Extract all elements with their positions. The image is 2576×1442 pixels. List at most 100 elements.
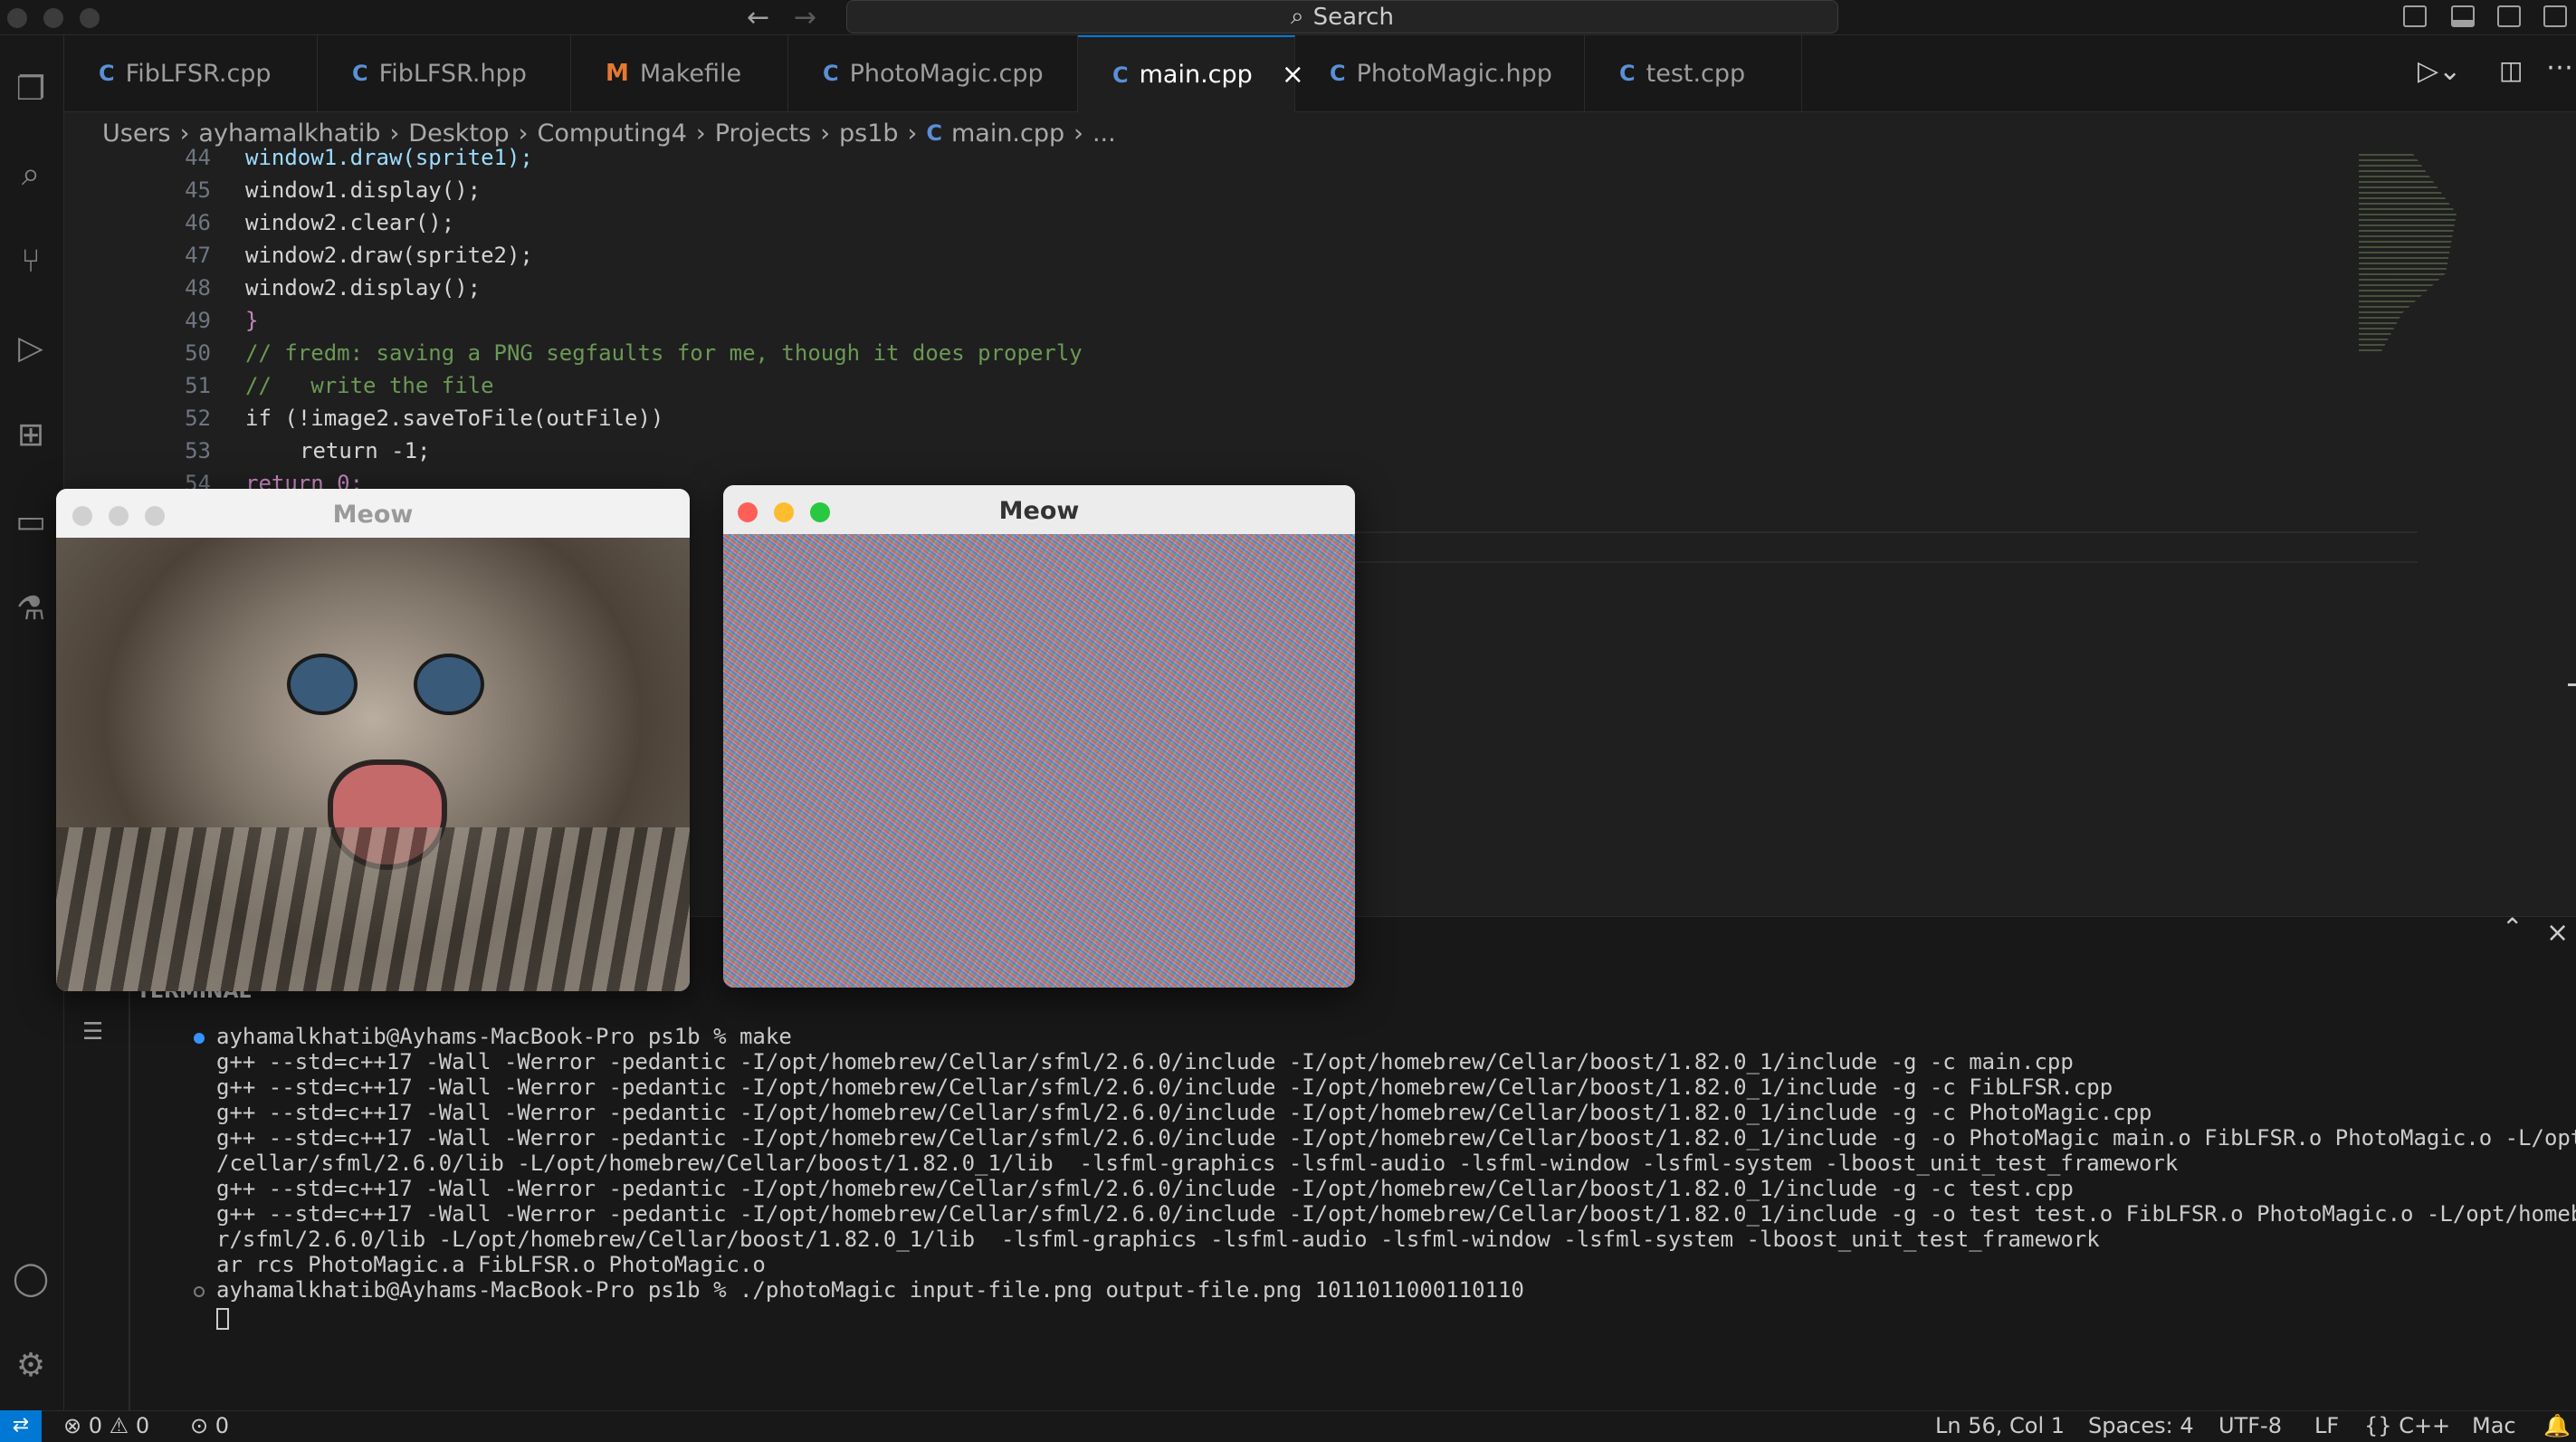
chevron-right-icon: › <box>695 119 706 148</box>
code-line: // fredm: saving a PNG segfaults for me,… <box>245 340 1083 366</box>
terminal-line: g++ --std=c++17 -Wall -Werror -pedantic … <box>216 1125 2576 1151</box>
breadcrumb-item[interactable]: Projects <box>715 119 811 148</box>
minimap[interactable] <box>2359 154 2457 353</box>
cpp-file-icon: C <box>1619 61 1636 86</box>
toggle-panel-icon[interactable] <box>2451 5 2475 27</box>
cpp-file-icon: C <box>352 61 368 86</box>
zoom-window-button[interactable] <box>80 8 100 28</box>
search-icon[interactable]: ⌕ <box>9 153 52 196</box>
code-line: return -1; <box>300 438 431 463</box>
encrypted-noise-image <box>723 534 1355 988</box>
remote-icon[interactable]: ⇄ <box>0 1410 42 1442</box>
tab-photomagic-hpp[interactable]: C PhotoMagic.hpp <box>1295 35 1585 111</box>
line-number: 48 <box>185 275 211 301</box>
breadcrumb-item[interactable]: Users <box>102 119 171 148</box>
close-icon[interactable]: × <box>2546 917 2569 949</box>
command-center-search[interactable]: ⌕ Search <box>846 0 1838 33</box>
cpp-file-icon: C <box>1330 61 1346 86</box>
line-number: 53 <box>185 438 211 463</box>
tab-photomagic-cpp[interactable]: C PhotoMagic.cpp <box>788 35 1078 111</box>
breadcrumb-item[interactable]: Desktop <box>408 119 509 148</box>
breadcrumb-item[interactable]: ps1b <box>839 119 899 148</box>
problems-indicator[interactable]: ⊗ 0 ⚠ 0 <box>63 1413 149 1438</box>
clipboard-icon[interactable]: ☰ <box>82 1018 103 1046</box>
extensions-icon[interactable]: ⊞ <box>9 414 52 457</box>
line-number: 52 <box>185 406 211 431</box>
code-line: if (!image2.saveToFile(outFile)) <box>245 406 664 431</box>
testing-icon[interactable]: ⚗ <box>9 587 52 631</box>
tab-main-cpp[interactable]: Cmain.cpp × <box>1078 35 1304 112</box>
remote-explorer-icon[interactable]: ▭ <box>9 501 52 544</box>
terminal-line: g++ --std=c++17 -Wall -Werror -pedantic … <box>216 1049 2074 1074</box>
chevron-right-icon: › <box>1073 119 1083 148</box>
terminal-line: r/sfml/2.6.0/lib -L/opt/homebrew/Cellar/… <box>216 1227 2100 1252</box>
line-number: 44 <box>185 145 211 170</box>
explorer-icon[interactable]: ❐ <box>9 68 52 111</box>
editor-tabs: C FibLFSR.cpp C FibLFSR.hpp M Makefile C Pho… <box>64 35 2576 112</box>
status-bar: ⇄ ⊗ 0 ⚠ 0 ⊙ 0 Ln 56, Col 1 Spaces: 4 UTF… <box>0 1410 2576 1442</box>
search-icon: ⌕ <box>1291 3 1304 30</box>
breadcrumb-item[interactable]: Computing4 <box>537 119 686 148</box>
tab-makefile[interactable]: M Makefile <box>571 35 788 111</box>
scrollbar[interactable] <box>2568 683 2576 686</box>
chevron-up-icon[interactable]: ⌃ <box>2502 912 2523 942</box>
line-number: 49 <box>185 308 211 333</box>
broadcast-icon: ⊙ <box>190 1413 209 1438</box>
line-number: 46 <box>185 210 211 235</box>
split-editor-icon[interactable]: ◫ <box>2499 55 2523 85</box>
encoding[interactable]: UTF-8 <box>2218 1413 2282 1438</box>
customize-layout-icon[interactable] <box>2543 5 2567 27</box>
account-icon[interactable]: ◯ <box>9 1257 52 1301</box>
activity-bar: ❐ ⌕ ⑂ ▷ ⊞ ▭ ⚗ ◯ ⚙ <box>0 35 64 1410</box>
os-indicator[interactable]: Mac <box>2472 1413 2516 1438</box>
breadcrumb-item[interactable]: ayhamalkhatib <box>198 119 380 148</box>
breadcrumb-item[interactable]: main.cpp <box>951 119 1064 148</box>
arrow-left-icon[interactable]: ← <box>747 2 769 33</box>
tab-test-cpp[interactable]: Ctest.cpp <box>1585 35 1802 111</box>
code-line: window1.draw(sprite1); <box>245 145 533 170</box>
window-title: Meow <box>332 501 414 529</box>
bell-icon[interactable]: 🔔 <box>2543 1413 2571 1438</box>
close-window-button[interactable] <box>7 8 27 28</box>
chevron-right-icon: › <box>179 119 190 148</box>
command-success-dot <box>194 1033 205 1044</box>
more-actions-icon[interactable]: ⋯ <box>2546 52 2573 83</box>
terminal-line: g++ --std=c++17 -Wall -Werror -pedantic … <box>216 1100 2152 1125</box>
tab-fiblfsr-cpp[interactable]: C FibLFSR.cpp <box>64 35 318 111</box>
run-icon[interactable]: ▷⌄ <box>2418 55 2461 87</box>
end-of-line[interactable]: LF <box>2314 1413 2339 1438</box>
divider <box>129 971 130 1411</box>
command-running-dot <box>194 1286 205 1297</box>
arrow-right-icon[interactable]: → <box>794 2 816 33</box>
chevron-right-icon: › <box>389 119 400 148</box>
gear-icon[interactable]: ⚙ <box>9 1344 52 1388</box>
title-bar: ← → ⌕ Search <box>0 0 2576 35</box>
terminal-line: ar rcs PhotoMagic.a FibLFSR.o PhotoMagic… <box>216 1252 766 1277</box>
toggle-secondary-sidebar-icon[interactable] <box>2497 5 2521 27</box>
meow-window-noise[interactable]: Meow <box>723 485 1355 988</box>
toggle-primary-sidebar-icon[interactable] <box>2403 5 2427 27</box>
code-line: window2.draw(sprite2); <box>245 243 533 268</box>
cursor-position[interactable]: Ln 56, Col 1 <box>1935 1413 2065 1438</box>
line-number: 47 <box>185 243 211 268</box>
indentation[interactable]: Spaces: 4 <box>2088 1413 2194 1438</box>
chevron-right-icon: › <box>518 119 529 148</box>
kitten-stripes <box>56 827 690 991</box>
meow-window-kitten[interactable]: Meow <box>56 489 690 991</box>
run-debug-icon[interactable]: ▷ <box>9 327 52 370</box>
ports-indicator[interactable]: ⊙ 0 <box>190 1413 229 1438</box>
code-line: window1.display(); <box>245 177 482 203</box>
terminal-cursor[interactable] <box>216 1308 229 1330</box>
warning-icon: ⚠ <box>109 1413 129 1438</box>
cpp-file-icon: C <box>823 61 839 86</box>
chevron-right-icon: › <box>820 119 830 148</box>
breadcrumb-item[interactable]: ... <box>1092 119 1116 148</box>
terminal-line: g++ --std=c++17 -Wall -Werror -pedantic … <box>216 1074 2113 1100</box>
error-icon: ⊗ <box>63 1413 82 1438</box>
makefile-icon: M <box>606 60 629 87</box>
terminal-line: g++ --std=c++17 -Wall -Werror -pedantic … <box>216 1176 2074 1201</box>
tab-fiblfsr-hpp[interactable]: C FibLFSR.hpp <box>318 35 571 111</box>
source-control-icon[interactable]: ⑂ <box>9 240 52 283</box>
language-mode[interactable]: {} C++ <box>2364 1413 2450 1438</box>
minimize-window-button[interactable] <box>43 8 63 28</box>
